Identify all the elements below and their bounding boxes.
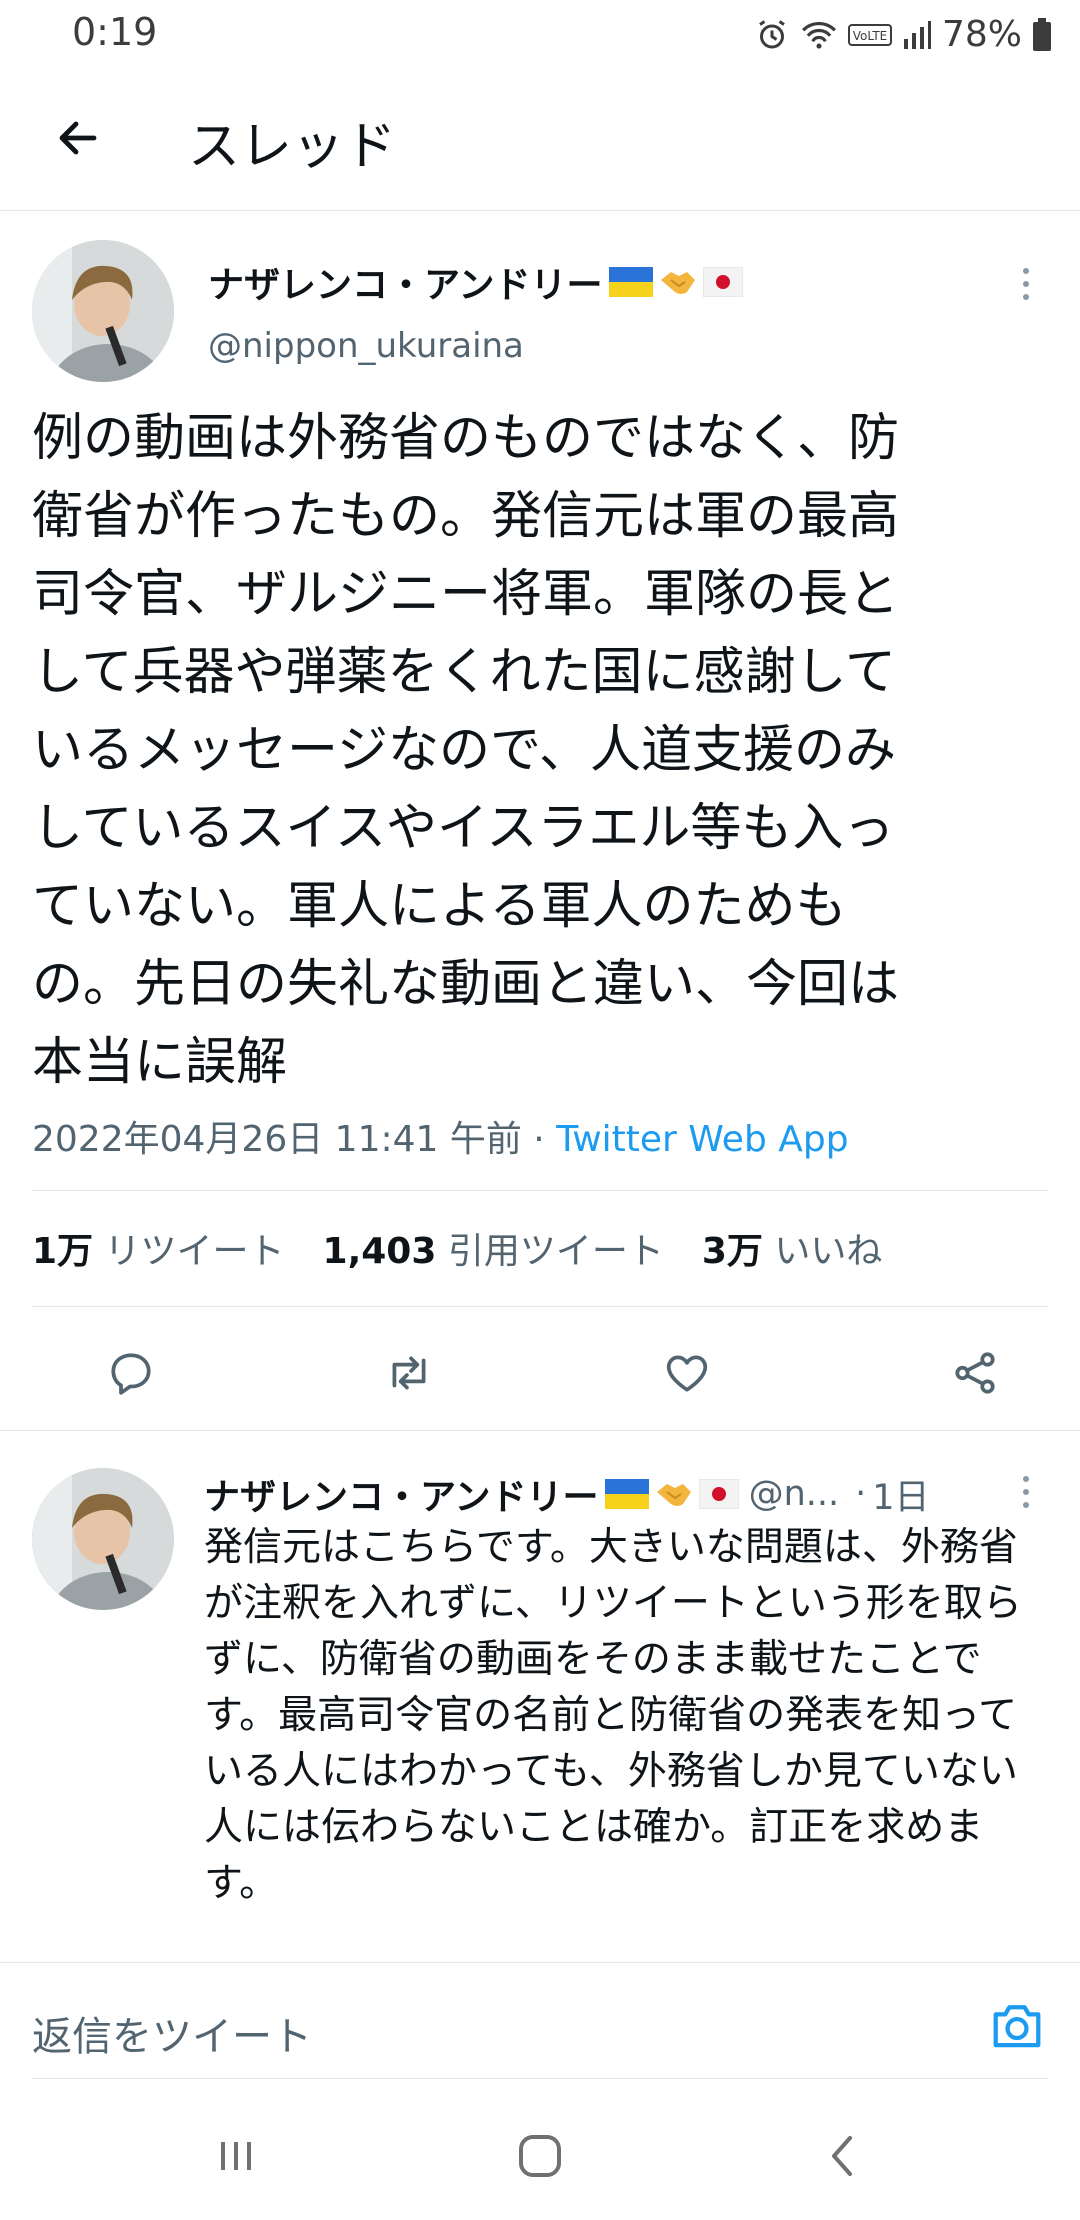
separator-dot: ·: [855, 1474, 867, 1514]
tweet-age: 1日: [872, 1477, 930, 1518]
avatar-image: [32, 1468, 174, 1610]
arrow-left-icon: [59, 121, 97, 155]
avatar[interactable]: [32, 240, 174, 382]
battery-percent: 78%: [941, 14, 1022, 55]
like-button[interactable]: [652, 1338, 722, 1408]
timestamp-text: 2022年04月26日 11:41 午前 ·: [32, 1119, 557, 1160]
handshake-icon: [660, 272, 695, 294]
author-name[interactable]: ナザレンコ・アンドリー: [204, 1468, 739, 1520]
dot-icon: [1023, 1476, 1029, 1482]
home-icon: [519, 2135, 561, 2177]
share-button[interactable]: [940, 1338, 1010, 1408]
avatar[interactable]: [32, 1468, 174, 1610]
divider: [32, 1306, 1048, 1307]
recent-apps-icon: [221, 2142, 251, 2170]
more-options-button[interactable]: [1016, 254, 1036, 314]
system-nav-bar: [0, 2090, 1080, 2220]
dot-icon: [1023, 1502, 1029, 1508]
quotes-stat[interactable]: 1,403 引用ツイート: [323, 1222, 664, 1274]
reply-tweet-text: 発信元はこちらです。大きいな問題は、外務省 が注釈を入れずに、リツイートという形…: [204, 1525, 1022, 1906]
alarm-icon: [759, 19, 785, 48]
dot-icon: [1023, 294, 1029, 300]
wifi-icon: [802, 21, 836, 49]
reply-input[interactable]: 返信をツイート: [32, 2004, 312, 2062]
status-bar: 0:19 VoLTE 78%: [0, 0, 1080, 66]
tweet-text: 例の動画は外務省のものではなく、防 衛省が作ったもの。発信元は軍の最高 司令官、…: [32, 409, 900, 1092]
japan-flag-icon: [702, 267, 743, 297]
share-icon: [955, 1352, 995, 1394]
camera-button[interactable]: [986, 1994, 1048, 2056]
divider: [0, 1430, 1080, 1431]
status-icons: VoLTE 78%: [754, 14, 1052, 55]
japan-flag-icon: [698, 1479, 739, 1509]
handshake-icon: [656, 1484, 691, 1506]
author-handle[interactable]: @n...: [749, 1474, 840, 1514]
reply-header: ナザレンコ・アンドリー @n... · 1日: [204, 1468, 1024, 1520]
camera-icon: [993, 2005, 1041, 2048]
volte-icon: VoLTE: [847, 23, 892, 46]
signal-icon: [903, 20, 931, 49]
likes-stat[interactable]: 3万 いいね: [702, 1222, 883, 1274]
page-title: スレッド: [188, 117, 397, 177]
svg-text:VoLTE: VoLTE: [853, 29, 888, 43]
home-button[interactable]: [510, 2126, 570, 2186]
dot-icon: [1023, 268, 1029, 274]
like-icon: [666, 1355, 708, 1392]
retweet-button[interactable]: [374, 1338, 444, 1408]
dot-icon: [1023, 281, 1029, 287]
author-handle[interactable]: @nippon_ukuraina: [208, 326, 524, 366]
status-time: 0:19: [72, 10, 158, 54]
author-name[interactable]: ナザレンコ・アンドリー: [208, 256, 743, 308]
system-back-button[interactable]: [812, 2126, 872, 2186]
recent-apps-button[interactable]: [206, 2126, 266, 2186]
top-app-bar: スレッド: [0, 66, 1080, 211]
ukraine-flag-icon: [608, 267, 653, 297]
source-link[interactable]: Twitter Web App: [556, 1119, 848, 1160]
divider: [0, 1962, 1080, 1963]
divider: [32, 2078, 1048, 2079]
retweets-stat[interactable]: 1万 リツイート: [32, 1222, 285, 1274]
tweet-timestamp: 2022年04月26日 11:41 午前 · Twitter Web App: [32, 1110, 849, 1162]
ukraine-flag-icon: [604, 1479, 649, 1509]
retweet-icon: [392, 1356, 426, 1390]
divider: [32, 1190, 1048, 1191]
reply-button[interactable]: [96, 1338, 166, 1408]
reply-icon: [111, 1353, 151, 1395]
tweet-actions: [32, 1328, 1048, 1414]
battery-icon: [1033, 17, 1051, 51]
back-icon: [832, 2136, 852, 2176]
tweet-stats: 1万 リツイート 1,403 引用ツイート 3万 いいね: [32, 1222, 920, 1274]
avatar-image: [32, 240, 174, 382]
dot-icon: [1023, 1489, 1029, 1495]
more-options-button[interactable]: [1016, 1462, 1036, 1522]
back-button[interactable]: [46, 106, 110, 170]
